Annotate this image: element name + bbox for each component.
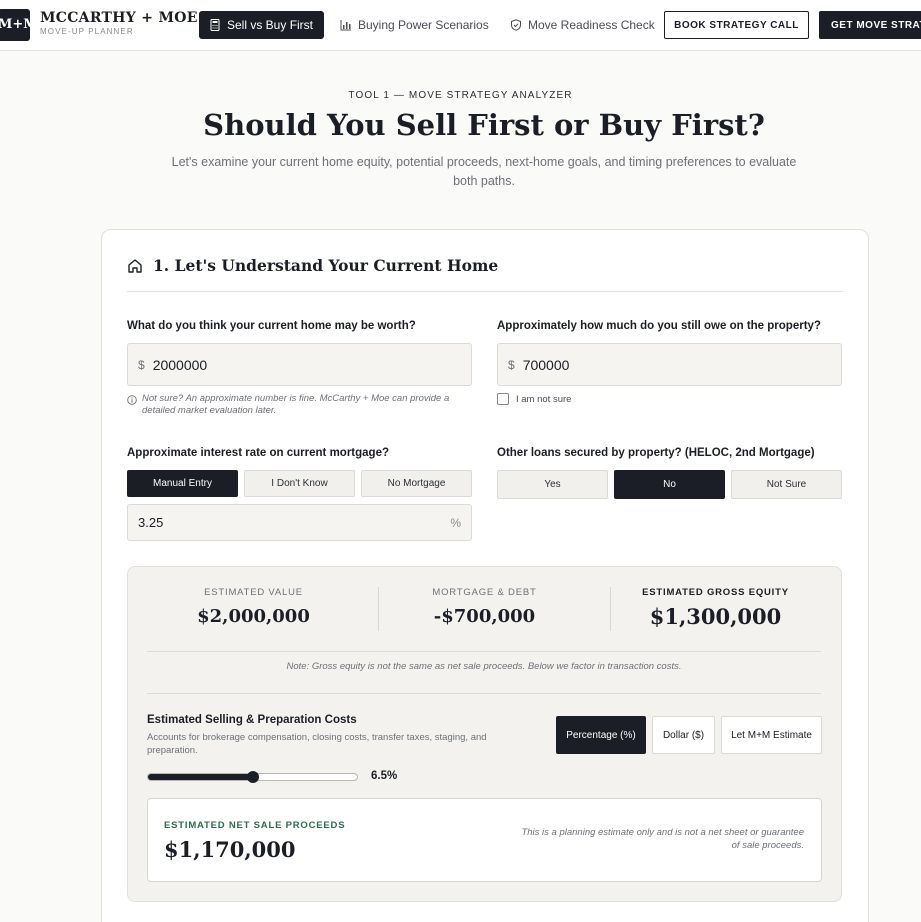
net-proceeds-value: $1,170,000 xyxy=(164,837,296,862)
home-value-label: What do you think your current home may … xyxy=(127,320,416,332)
estimated-value-stat: ESTIMATED VALUE $2,000,000 xyxy=(138,587,369,627)
bar-chart-icon xyxy=(340,20,351,31)
home-value-input[interactable]: 2000000 xyxy=(153,357,208,373)
slider-thumb[interactable] xyxy=(246,771,259,783)
brand-name: MCCARTHY + MOE xyxy=(40,10,198,26)
hint-text: Not sure? An approximate number is fine.… xyxy=(142,393,450,416)
tool-eyebrow: TOOL 1 — MOVE STRATEGY ANALYZER xyxy=(348,90,573,101)
stat-value: -$700,000 xyxy=(433,606,536,627)
gross-equity-note: Note: Gross equity is not the same as ne… xyxy=(286,661,682,672)
not-sure-checkbox[interactable] xyxy=(497,393,509,405)
section-divider xyxy=(127,291,843,292)
other-loans-yes[interactable]: Yes xyxy=(497,470,608,499)
rate-option-manual-entry[interactable]: Manual Entry xyxy=(127,470,238,497)
interest-rate-field[interactable]: 3.25 % xyxy=(127,504,472,541)
home-icon xyxy=(128,258,142,273)
tab-sell-vs-buy-first[interactable]: Sell vs Buy First xyxy=(199,11,324,39)
section-title: 1. Let's Understand Your Current Home xyxy=(153,256,499,275)
tab-move-readiness-check[interactable]: Move Readiness Check xyxy=(500,11,665,39)
owed-field[interactable]: $ 700000 xyxy=(497,343,842,386)
cost-mode-mm-estimate[interactable]: Let M+M Estimate xyxy=(721,716,822,754)
other-loans-not-sure[interactable]: Not Sure xyxy=(731,470,842,499)
stat-label: MORTGAGE & DEBT xyxy=(432,587,537,598)
stat-value: $1,300,000 xyxy=(649,604,782,629)
selling-costs-title: Estimated Selling & Preparation Costs xyxy=(147,714,357,726)
summary-divider xyxy=(147,693,821,694)
brand-subtitle: MOVE-UP PLANNER xyxy=(40,27,134,36)
currency-symbol: $ xyxy=(508,357,515,372)
interest-rate-input[interactable]: 3.25 xyxy=(138,515,163,530)
rate-option-no-mortgage[interactable]: No Mortgage xyxy=(361,470,472,497)
stat-label: ESTIMATED VALUE xyxy=(204,587,303,598)
brand[interactable]: MCCARTHY + MOE MOVE-UP PLANNER xyxy=(40,10,198,36)
net-proceeds-disclaimer: This is a planning estimate only and is … xyxy=(521,827,804,851)
home-value-hint: Not sure? An approximate number is fine.… xyxy=(127,393,472,417)
stat-value: $2,000,000 xyxy=(197,606,310,627)
interest-rate-label: Approximate interest rate on current mor… xyxy=(127,447,389,459)
cost-mode-percentage[interactable]: Percentage (%) xyxy=(556,716,646,754)
net-proceeds-label: ESTIMATED NET SALE PROCEEDS xyxy=(164,820,346,831)
rate-option-dont-know[interactable]: I Don't Know xyxy=(244,470,355,497)
tab-buying-power-scenarios[interactable]: Buying Power Scenarios xyxy=(330,11,499,39)
shield-check-icon xyxy=(511,19,521,31)
percent-unit: % xyxy=(450,515,461,530)
slider-fill xyxy=(148,774,253,780)
other-loans-no[interactable]: No xyxy=(614,470,725,499)
home-value-field[interactable]: $ 2000000 xyxy=(127,343,472,386)
not-sure-checkbox-row[interactable]: I am not sure xyxy=(497,393,571,405)
get-move-strategy-button[interactable]: GET MOVE STRATEGY xyxy=(819,11,921,39)
not-sure-label: I am not sure xyxy=(516,393,572,405)
mortgage-debt-stat: MORTGAGE & DEBT -$700,000 xyxy=(369,587,600,627)
tab-label: Sell vs Buy First xyxy=(227,18,314,32)
owed-input[interactable]: 700000 xyxy=(523,357,570,373)
info-icon xyxy=(127,395,137,405)
top-nav: M+M MCCARTHY + MOE MOVE-UP PLANNER Sell … xyxy=(0,0,921,51)
summary-divider xyxy=(147,651,821,652)
cost-mode-dollar[interactable]: Dollar ($) xyxy=(652,716,715,754)
other-loans-label: Other loans secured by property? (HELOC,… xyxy=(497,447,815,459)
stat-label: ESTIMATED GROSS EQUITY xyxy=(642,587,789,598)
book-strategy-call-button[interactable]: BOOK STRATEGY CALL xyxy=(664,11,809,39)
logo-mark[interactable]: M+M xyxy=(0,9,30,41)
owed-label: Approximately how much do you still owe … xyxy=(497,320,821,332)
page-subtitle: Let's examine your current home equity, … xyxy=(171,155,797,188)
gross-equity-stat: ESTIMATED GROSS EQUITY $1,300,000 xyxy=(600,587,831,629)
selling-costs-value: 6.5% xyxy=(371,770,398,782)
currency-symbol: $ xyxy=(138,357,145,372)
tab-label: Move Readiness Check xyxy=(528,18,655,32)
selling-costs-description: Accounts for brokerage compensation, clo… xyxy=(147,732,487,756)
section-header: 1. Let's Understand Your Current Home xyxy=(127,256,498,275)
calculator-icon xyxy=(210,19,220,31)
page-title: Should You Sell First or Buy First? xyxy=(203,108,765,142)
tab-label: Buying Power Scenarios xyxy=(358,18,489,32)
